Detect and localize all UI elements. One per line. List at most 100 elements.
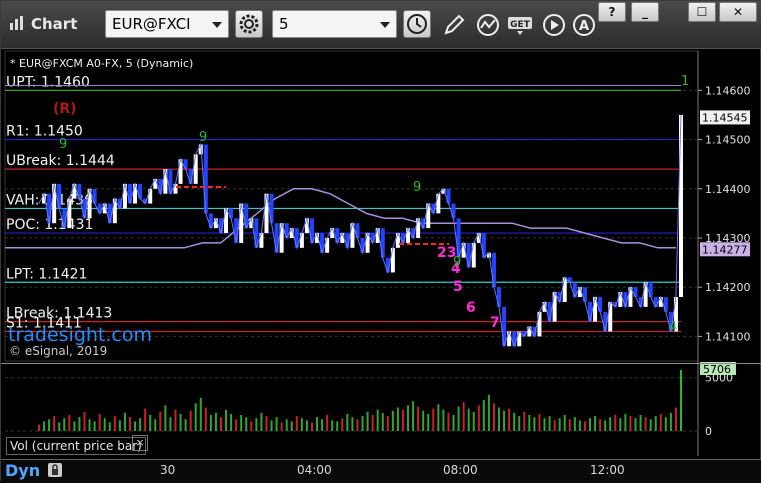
price-bar: [390, 247, 395, 273]
price-bar: [608, 301, 613, 332]
volume-bar: [184, 419, 187, 431]
price-bars: [38, 114, 683, 348]
sequential-count: 9: [59, 137, 67, 152]
volume-bar: [123, 412, 126, 431]
price-bar: [67, 198, 72, 229]
chart-canvas[interactable]: UPT: 1.1460R1: 1.1450UBreak: 1.1444VAH: …: [1, 1, 761, 482]
volume-bar: [543, 418, 546, 431]
volume-bar: [139, 418, 142, 431]
price-bar: [436, 193, 441, 214]
volume-bar: [533, 417, 536, 431]
volume-bar: [422, 410, 425, 431]
volume-bar: [432, 408, 435, 431]
price-tick-label: 1.14200: [705, 281, 751, 294]
price-bar: [193, 154, 198, 184]
volume-bar: [472, 411, 475, 431]
volume-bar: [235, 419, 238, 431]
volume-bar: [599, 419, 602, 431]
price-bar: [517, 331, 522, 347]
price-bar: [491, 252, 496, 288]
volume-bar: [194, 403, 197, 431]
volume-bar: [189, 410, 192, 431]
volume-bar: [366, 411, 369, 431]
volume-bar: [634, 418, 637, 431]
setup-count: 6: [466, 300, 476, 316]
volume-bar: [88, 419, 91, 431]
price-bar: [648, 282, 653, 298]
price-line: [38, 114, 682, 348]
volume-bar: [604, 420, 607, 431]
brand-watermark: tradesight.com: [8, 324, 152, 346]
price-bar: [582, 287, 587, 302]
volume-bar: [58, 422, 61, 431]
volume-bar: [614, 415, 617, 431]
volume-bar: [63, 418, 66, 431]
volume-bar: [331, 420, 334, 431]
volume-bar: [629, 416, 632, 431]
volume-bar: [498, 407, 501, 431]
volume-bar: [265, 416, 268, 431]
price-bar: [598, 297, 603, 312]
price-tick-label: 1.14600: [705, 84, 751, 97]
volume-bar: [245, 417, 248, 431]
price-bar: [537, 311, 542, 337]
level-label: LPT: 1.1421: [6, 266, 87, 282]
volume-bar: [280, 422, 283, 431]
price-bar: [471, 242, 476, 268]
price-bar: [618, 292, 623, 307]
close-icon[interactable]: ×: [132, 435, 148, 451]
volume-bar: [199, 397, 202, 431]
time-label-1: 30: [160, 463, 176, 477]
volume-bar: [674, 407, 677, 431]
price-bar: [259, 233, 264, 248]
volume-bar: [508, 408, 511, 431]
volume-bar: [649, 419, 652, 431]
volume-bar: [669, 412, 672, 431]
dynamic-mode-label[interactable]: Dyn: [5, 461, 40, 480]
price-bar: [380, 228, 385, 258]
volume-bar: [407, 405, 410, 431]
volume-bar: [594, 416, 597, 431]
price-bar: [274, 223, 279, 253]
price-bar: [203, 144, 208, 214]
volume-bar: [644, 417, 647, 431]
volume-bar: [144, 408, 147, 431]
volume-value-label: 5706: [703, 363, 731, 376]
price-bar: [97, 203, 102, 214]
volume-bar: [427, 413, 430, 431]
price-bar: [527, 326, 532, 337]
volume-bar: [538, 413, 541, 431]
setup-count: 5: [453, 279, 463, 295]
setup-count: 7: [490, 315, 500, 331]
volume-bar: [639, 415, 642, 431]
price-bar: [269, 193, 274, 224]
volume-bar: [462, 402, 465, 431]
lock-icon[interactable]: [46, 461, 64, 479]
volume-bar: [558, 418, 561, 431]
chart-title: * EUR@FXCM A0-FX, 5 (Dynamic): [10, 57, 193, 70]
volume-bar: [371, 415, 374, 431]
price-bar: [325, 237, 330, 253]
pane-divider[interactable]: [1, 363, 761, 364]
volume-bar: [518, 416, 521, 431]
volume-bar: [391, 410, 394, 431]
price-bar: [183, 159, 188, 170]
volume-bar: [214, 412, 217, 431]
volume-bar: [255, 418, 258, 431]
volume-bar: [290, 421, 293, 431]
price-bar: [512, 331, 517, 347]
price-bar: [502, 306, 507, 347]
sequential-count: 9: [453, 255, 461, 270]
volume-bar: [578, 420, 581, 431]
volume-bar: [583, 421, 586, 431]
volume-pane: 500005706: [5, 362, 736, 438]
volume-bar: [169, 417, 172, 431]
volume-bar: [361, 416, 364, 431]
price-bar: [446, 188, 451, 204]
price-bar: [633, 287, 638, 298]
time-axis-bar: [1, 459, 761, 483]
volume-bar: [164, 405, 167, 431]
volume-bar: [134, 421, 137, 431]
price-bar: [72, 183, 77, 199]
volume-bar: [154, 419, 157, 431]
